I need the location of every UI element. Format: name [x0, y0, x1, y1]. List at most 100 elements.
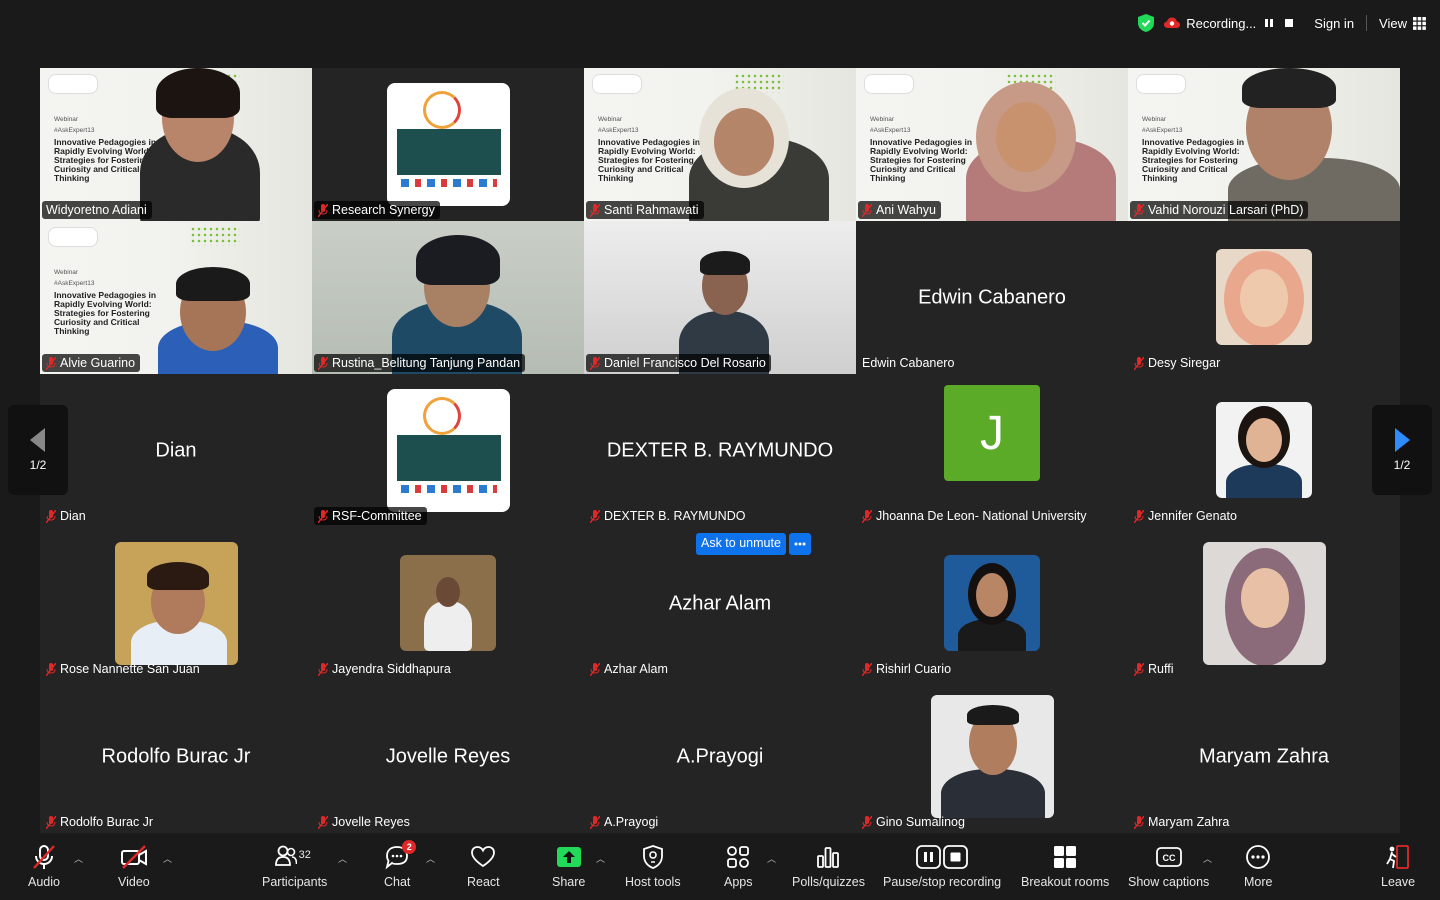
webinar-slide-text: Webinar #AskExpert13 Innovative Pedagogi… [54, 269, 157, 336]
pause-stop-recording-button[interactable]: Pause/stop recording [883, 844, 1001, 889]
polls-quizzes-button[interactable]: Polls/quizzes [792, 844, 865, 889]
participant-name-tag: Vahid Norouzi Larsari (PhD) [1130, 201, 1309, 219]
video-button[interactable]: Video [118, 844, 150, 889]
more-button[interactable]: More [1244, 844, 1272, 889]
muted-mic-icon [590, 509, 600, 523]
next-page-button[interactable]: 1/2 [1372, 405, 1432, 495]
participant-display-name: Dian [155, 439, 197, 461]
participants-button[interactable]: 32 Participants [262, 844, 327, 889]
previous-page-button[interactable]: 1/2 [8, 405, 68, 495]
participant-display-name: Rodolfo Burac Jr [101, 745, 251, 767]
ellipsis-icon [794, 542, 806, 546]
muted-mic-icon [1134, 356, 1144, 370]
captions-options-caret[interactable]: ︿ [1203, 852, 1212, 865]
view-button[interactable]: View [1379, 16, 1426, 31]
encryption-shield-icon[interactable] [1138, 14, 1155, 32]
research-synergy-logo-card [387, 83, 510, 206]
participant-name-tag: Edwin Cabanero [862, 356, 955, 370]
participant-tile[interactable]: Daniel Francisco Del Rosario [584, 221, 856, 374]
stop-recording-button[interactable] [1282, 16, 1296, 30]
sign-in-button[interactable]: Sign in [1314, 16, 1354, 31]
pause-icon [1265, 19, 1274, 27]
participant-tile[interactable]: Desy Siregar [1128, 221, 1400, 374]
pause-recording-label: Pause/stop recording [883, 875, 1002, 889]
participant-tile[interactable]: Gino Sumalinog [856, 680, 1128, 833]
apps-label: Apps [724, 875, 753, 889]
apps-button[interactable]: Apps [724, 844, 753, 889]
participants-options-caret[interactable]: ︿ [338, 852, 347, 865]
participant-tile[interactable]: Rose Nannette San Juan [40, 527, 312, 680]
muted-mic-icon [318, 356, 328, 370]
chat-icon-group: 2 [384, 840, 417, 870]
muted-mic-icon [46, 815, 56, 829]
participant-tile[interactable]: RSF-Committee [312, 374, 584, 527]
participant-video: Webinar #AskExpert13 Innovative Pedagogi… [40, 221, 312, 374]
participant-tile[interactable]: Dian Dian [40, 374, 312, 527]
participant-name-tag: DEXTER B. RAYMUNDO [586, 507, 750, 525]
chat-options-caret[interactable]: ︿ [426, 852, 435, 865]
participant-tile[interactable]: J Jhoanna De Leon- National University [856, 374, 1128, 527]
participant-tile[interactable]: Webinar #AskExpert13 Innovative Pedagogi… [1128, 68, 1400, 221]
profile-photo [400, 555, 496, 651]
participant-tile[interactable]: Jennifer Genato [1128, 374, 1400, 527]
person-head [976, 573, 1008, 617]
participant-name-tag: RSF-Committee [314, 507, 427, 525]
person-hair [967, 705, 1019, 725]
participant-tile[interactable]: Ruffi [1128, 527, 1400, 680]
share-button[interactable]: Share [552, 844, 585, 889]
participant-tile[interactable]: Rustina_Belitung Tanjung Pandan [312, 221, 584, 374]
meeting-toolbar: Audio ︿ Video ︿ 32 Participants ︿ 2 Chat… [0, 836, 1440, 900]
breakout-rooms-button[interactable]: Breakout rooms [1021, 844, 1109, 889]
participant-video: Webinar #AskExpert13 Innovative Pedagogi… [1128, 68, 1400, 221]
participant-tile[interactable]: Webinar #AskExpert13 Innovative Pedagogi… [856, 68, 1128, 221]
muted-mic-icon [318, 662, 328, 676]
organizer-logo [864, 74, 914, 94]
apps-options-caret[interactable]: ︿ [767, 852, 776, 865]
participant-tile[interactable]: Webinar #AskExpert13 Innovative Pedagogi… [40, 68, 312, 221]
host-tools-button[interactable]: Host tools [625, 844, 681, 889]
audio-button[interactable]: Audio [28, 844, 60, 889]
webinar-slide-text: Webinar #AskExpert13 Innovative Pedagogi… [598, 116, 701, 183]
muted-mic-icon [862, 509, 872, 523]
participant-name-tag: Santi Rahmawati [586, 201, 704, 219]
participant-name-tag: Desy Siregar [1130, 354, 1225, 372]
chat-button[interactable]: 2 Chat [384, 840, 417, 889]
react-button[interactable]: React [467, 844, 500, 889]
person-hair [156, 68, 240, 118]
person-head [1240, 269, 1288, 327]
muted-mic-icon [1134, 203, 1144, 217]
participant-tile[interactable]: Webinar #AskExpert13 Innovative Pedagogi… [40, 221, 312, 374]
participant-tile[interactable]: Edwin Cabanero Edwin Cabanero [856, 221, 1128, 374]
participant-tile[interactable]: Rishirl Cuario [856, 527, 1128, 680]
leave-label: Leave [1381, 875, 1416, 889]
research-synergy-logo [423, 397, 461, 435]
pause-recording-button[interactable] [1262, 16, 1276, 30]
tile-more-button[interactable] [788, 533, 811, 555]
participant-name-tag: Jovelle Reyes [314, 813, 415, 831]
participant-tile[interactable]: Jayendra Siddhapura [312, 527, 584, 680]
video-options-caret[interactable]: ︿ [163, 852, 172, 865]
participant-tile[interactable]: Research Synergy [312, 68, 584, 221]
muted-mic-icon [46, 356, 56, 370]
ask-to-unmute-button[interactable]: Ask to unmute [696, 533, 786, 555]
participant-display-name: Maryam Zahra [1198, 745, 1330, 767]
participant-tile[interactable]: DEXTER B. RAYMUNDO DEXTER B. RAYMUNDO [584, 374, 856, 527]
person-hair [416, 235, 500, 285]
muted-mic-icon [318, 815, 328, 829]
cloud-recording-icon [1164, 17, 1181, 28]
share-options-caret[interactable]: ︿ [596, 852, 605, 865]
participant-tile[interactable]: A.Prayogi A.Prayogi [584, 680, 856, 833]
participant-name-tag: Gino Sumalinog [858, 813, 970, 831]
participant-tile[interactable]: Rodolfo Burac Jr Rodolfo Burac Jr [40, 680, 312, 833]
top-right-controls: Recording... Sign in View [1138, 14, 1426, 32]
participant-display-name: A.Prayogi [676, 745, 764, 767]
participant-tile[interactable]: Maryam Zahra Maryam Zahra [1128, 680, 1400, 833]
audio-options-caret[interactable]: ︿ [74, 852, 83, 865]
react-label: React [467, 875, 500, 889]
participant-tile[interactable]: Webinar #AskExpert13 Innovative Pedagogi… [584, 68, 856, 221]
leave-button[interactable]: Leave [1381, 844, 1415, 889]
participant-tile[interactable]: Jovelle Reyes Jovelle Reyes [312, 680, 584, 833]
partner-logos [401, 179, 497, 187]
show-captions-button[interactable]: CC Show captions [1128, 844, 1209, 889]
muted-mic-icon [862, 662, 872, 676]
